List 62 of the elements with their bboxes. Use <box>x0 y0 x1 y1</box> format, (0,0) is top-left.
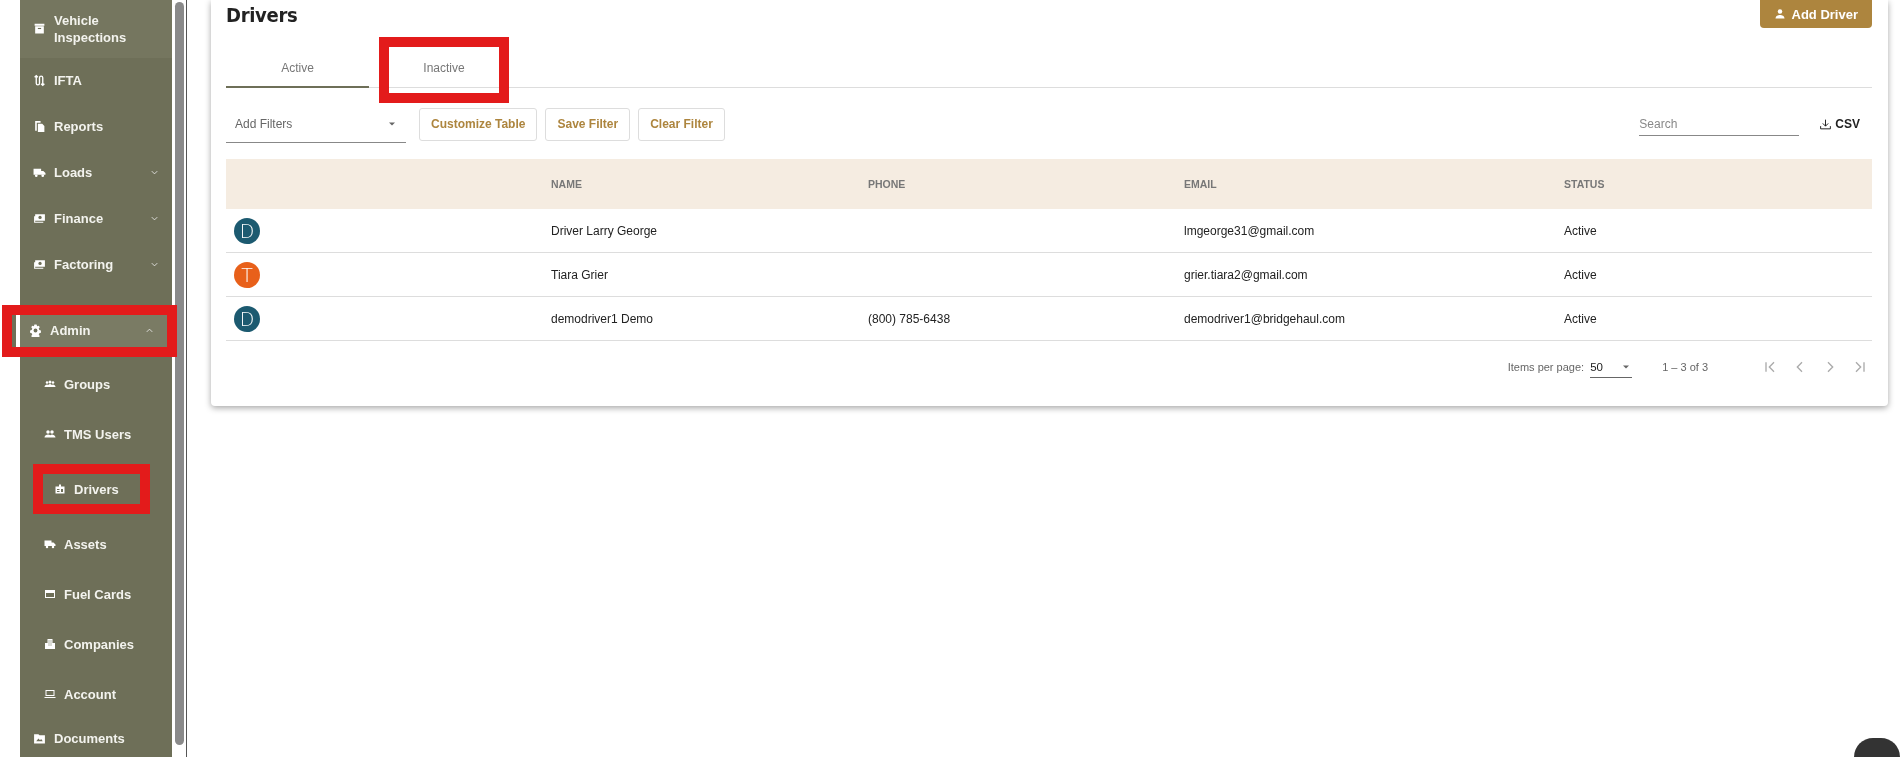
archive-icon <box>33 22 46 36</box>
route-icon <box>33 74 46 88</box>
sidebar-subitem[interactable]: TMS Users <box>20 409 172 460</box>
sidebar-item[interactable]: Documents <box>20 719 172 757</box>
sidebar-item[interactable]: Finance <box>20 195 172 242</box>
tab[interactable]: Inactive <box>394 50 494 87</box>
folder-icon <box>33 731 46 745</box>
sidebar-item[interactable]: Reports <box>20 103 172 150</box>
table-cell: Tiara Grier <box>551 267 608 282</box>
column-header: STATUS <box>1564 159 1872 209</box>
add-driver-button[interactable]: Add Driver <box>1759 0 1872 28</box>
scrollbar-thumb[interactable] <box>174 2 184 745</box>
sidebar-item[interactable]: Vehicle Inspections <box>20 0 172 58</box>
table-cell: (800) 785-6438 <box>868 311 951 326</box>
items-per-page-label: Items per page: <box>1507 361 1585 373</box>
money-icon <box>33 212 46 226</box>
toolbar-button[interactable]: Customize Table <box>419 107 538 141</box>
sidebar-subitem[interactable]: Groups <box>20 359 172 410</box>
sidebar-subitem[interactable]: Assets <box>20 519 172 570</box>
building-icon <box>44 638 56 651</box>
column-header: EMAIL <box>1184 159 1564 209</box>
csv-export-button[interactable]: CSV <box>1815 117 1872 131</box>
add-filters-dropdown[interactable]: Add Filters <box>226 105 406 143</box>
table-cell: Driver Larry George <box>551 223 658 238</box>
tab[interactable]: Active <box>226 50 369 88</box>
table-cell: Active <box>1564 267 1597 282</box>
page-title: Drivers <box>226 2 298 28</box>
truck-icon <box>44 538 56 551</box>
sidebar-item[interactable]: Admin <box>16 314 167 347</box>
toolbar-button[interactable]: Save Filter <box>545 107 631 141</box>
avatar: D <box>234 305 260 332</box>
sidebar-subitem[interactable]: Drivers <box>43 474 140 505</box>
table-cell: Active <box>1564 223 1597 238</box>
avatar: T <box>234 261 260 288</box>
card-icon <box>44 588 56 601</box>
sidebar-subitem[interactable]: Fuel Cards <box>20 569 172 620</box>
avatar: D <box>234 217 260 244</box>
table-cell: demodriver1 Demo <box>551 311 654 326</box>
sidebar-subitem[interactable]: Account <box>20 669 172 720</box>
column-header: NAME <box>551 159 868 209</box>
badge-icon <box>54 483 66 496</box>
laptop-icon <box>44 688 56 701</box>
toolbar-button[interactable]: Clear Filter <box>638 107 725 141</box>
table-cell: lmgeorge31@gmail.com <box>1184 223 1315 238</box>
sidebar-subitem[interactable]: Companies <box>20 619 172 670</box>
sidebar-item[interactable]: Loads <box>20 149 172 196</box>
table-cell: Active <box>1564 311 1597 326</box>
table-cell: demodriver1@bridgehaul.com <box>1184 311 1345 326</box>
table-cell: grier.tiara2@gmail.com <box>1184 267 1308 282</box>
column-header: PHONE <box>868 159 1184 209</box>
documents-icon <box>33 120 46 134</box>
download-icon <box>1819 117 1833 131</box>
money-icon <box>33 258 46 272</box>
person-icon <box>1773 8 1786 20</box>
truck-icon <box>33 166 46 180</box>
page-range: 1 – 3 of 3 <box>1662 361 1708 373</box>
sidebar-item[interactable]: IFTA <box>20 57 172 104</box>
gear-icon <box>29 324 42 337</box>
chat-button[interactable] <box>1854 738 1900 757</box>
sidebar-item[interactable]: Factoring <box>20 241 172 288</box>
page-size-select[interactable]: 50 <box>1590 356 1633 378</box>
people-icon <box>44 428 56 441</box>
